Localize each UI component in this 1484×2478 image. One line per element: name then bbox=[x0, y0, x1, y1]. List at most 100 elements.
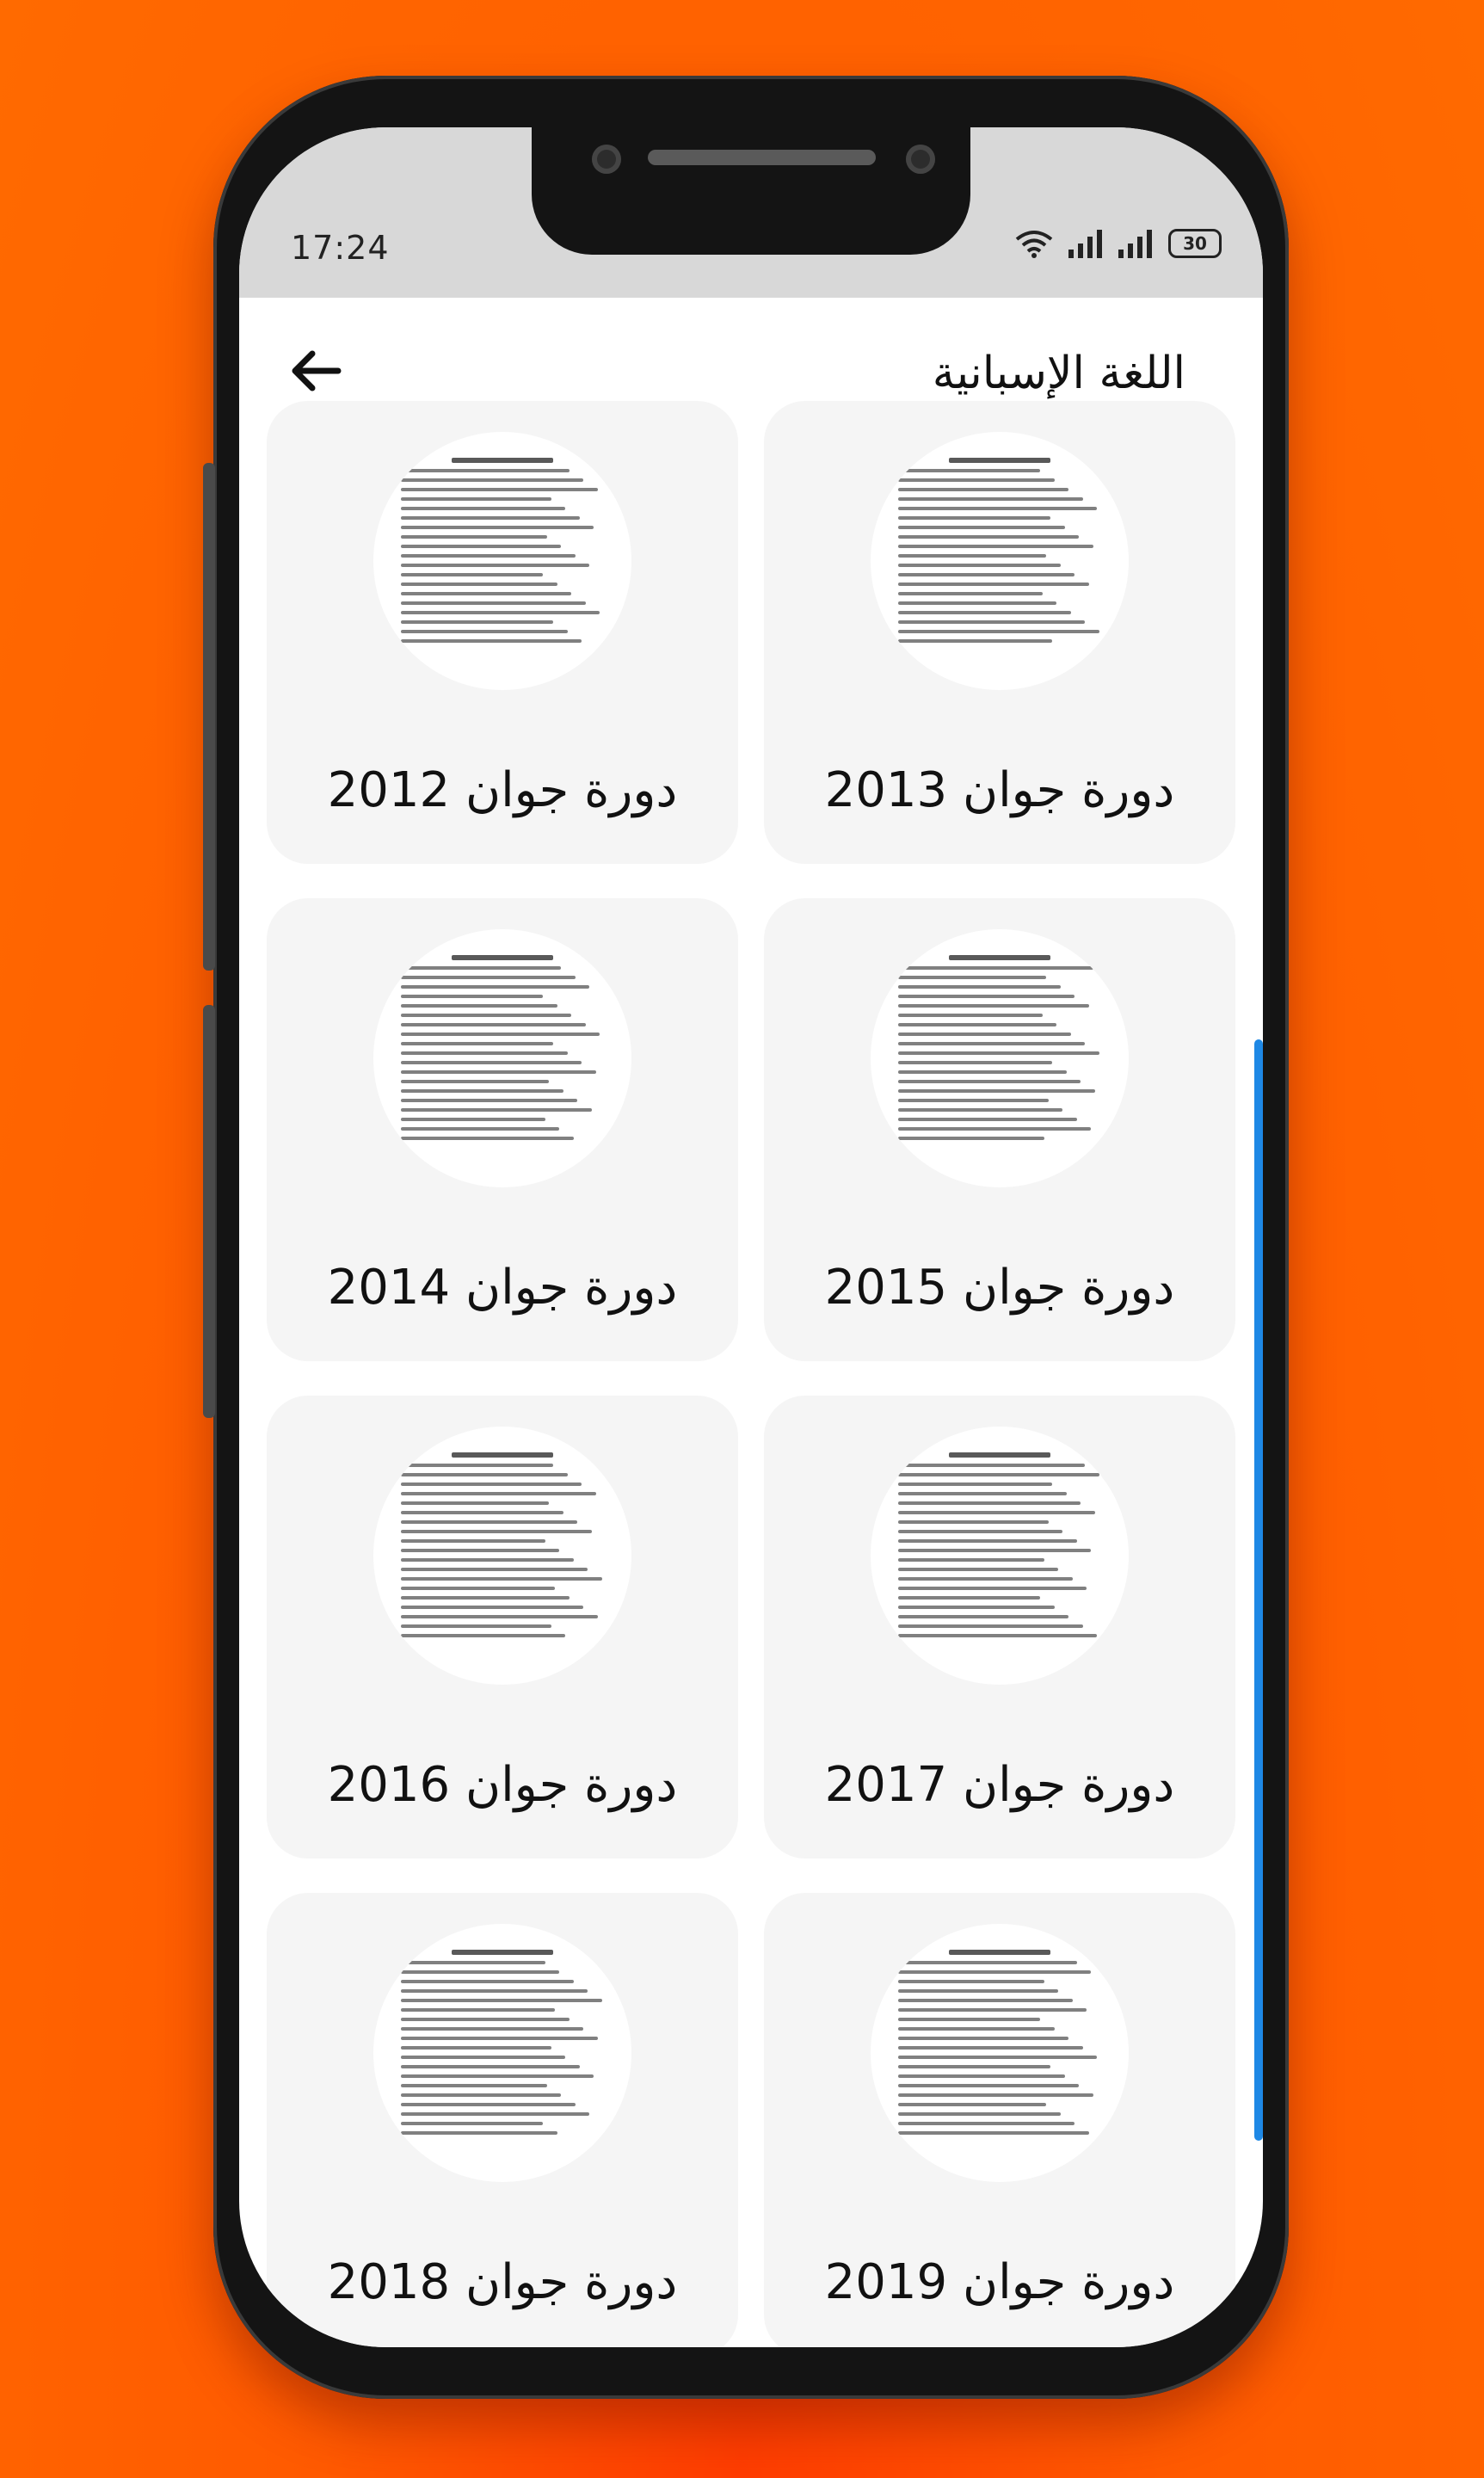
document-text-line bbox=[401, 1089, 563, 1093]
document-text-line bbox=[401, 478, 584, 482]
document-text-line bbox=[898, 1464, 1086, 1467]
document-text-line bbox=[898, 1577, 1073, 1581]
document-heading-line bbox=[452, 1452, 553, 1458]
document-text-line bbox=[401, 1014, 572, 1017]
exam-card[interactable]: دورة جوان 2013 bbox=[764, 401, 1235, 864]
document-text-line bbox=[898, 526, 1065, 529]
document-text-line bbox=[401, 1061, 582, 1064]
document-text-line bbox=[898, 1999, 1073, 2002]
document-text-line bbox=[401, 469, 570, 472]
document-text-line bbox=[401, 488, 598, 491]
document-text-line bbox=[898, 1080, 1081, 1083]
speaker-icon bbox=[648, 150, 876, 165]
document-text-line bbox=[898, 592, 1043, 595]
card-label: دورة جوان 2013 bbox=[824, 762, 1175, 818]
document-text-line bbox=[401, 611, 600, 614]
page-title: اللغة الإسبانية bbox=[932, 348, 1185, 399]
card-label: دورة جوان 2019 bbox=[824, 2254, 1175, 2310]
exam-card[interactable]: دورة جوان 2016 bbox=[267, 1396, 738, 1858]
document-text-line bbox=[401, 601, 586, 605]
document-text-line bbox=[401, 1023, 586, 1026]
document-text-line bbox=[401, 1606, 584, 1609]
document-text-line bbox=[401, 2018, 570, 2021]
document-text-line bbox=[898, 1539, 1077, 1543]
document-text-line bbox=[898, 1137, 1044, 1140]
document-text-line bbox=[401, 1587, 556, 1590]
document-text-line bbox=[401, 1539, 545, 1543]
document-text-line bbox=[898, 2027, 1055, 2031]
exam-card[interactable]: دورة جوان 2019 bbox=[764, 1893, 1235, 2347]
exam-card[interactable]: دورة جوان 2017 bbox=[764, 1396, 1235, 1858]
document-text-line bbox=[401, 497, 551, 501]
document-text-line bbox=[898, 1482, 1053, 1486]
document-text-line bbox=[401, 2037, 598, 2040]
back-button[interactable] bbox=[286, 341, 347, 401]
document-text-line bbox=[898, 564, 1061, 567]
document-text-line bbox=[898, 478, 1055, 482]
document-text-line bbox=[401, 1989, 588, 1993]
document-text-line bbox=[898, 1634, 1098, 1637]
document-text-line bbox=[898, 1108, 1063, 1112]
status-bar: 17:24 30 bbox=[239, 127, 1263, 298]
document-text-line bbox=[401, 1099, 578, 1102]
document-text-line bbox=[898, 535, 1080, 539]
document-text-line bbox=[898, 554, 1047, 558]
camera-icon bbox=[592, 145, 621, 174]
document-text-line bbox=[401, 2084, 547, 2087]
document-text-line bbox=[401, 1473, 568, 1476]
document-text-line bbox=[401, 2008, 556, 2012]
document-text-line bbox=[401, 1501, 550, 1505]
document-text-line bbox=[401, 1004, 557, 1008]
document-thumbnail bbox=[871, 1924, 1129, 2182]
document-text-line bbox=[401, 1482, 582, 1486]
exam-card[interactable]: دورة جوان 2018 bbox=[267, 1893, 738, 2347]
document-text-line bbox=[898, 966, 1093, 970]
document-heading-line bbox=[452, 458, 553, 463]
document-text-line bbox=[401, 507, 566, 510]
document-text-line bbox=[401, 2131, 557, 2135]
document-text-line bbox=[898, 601, 1057, 605]
document-text-line bbox=[401, 995, 544, 998]
document-text-line bbox=[401, 2122, 544, 2125]
card-label: دورة جوان 2016 bbox=[327, 1757, 678, 1813]
wifi-icon bbox=[1015, 231, 1053, 258]
battery-icon: 30 bbox=[1168, 229, 1222, 258]
document-text-line bbox=[401, 1530, 592, 1533]
app-screen: 17:24 30 اللغة الإسبانية دورة جوان 2013 … bbox=[239, 127, 1263, 2347]
document-text-line bbox=[898, 2046, 1083, 2050]
document-text-line bbox=[898, 2065, 1050, 2068]
document-text-line bbox=[401, 630, 568, 633]
document-text-line bbox=[898, 1127, 1092, 1131]
document-text-line bbox=[898, 1530, 1063, 1533]
document-text-line bbox=[898, 611, 1071, 614]
document-text-line bbox=[401, 1615, 598, 1618]
document-text-line bbox=[898, 1032, 1071, 1036]
document-text-line bbox=[401, 573, 544, 576]
exam-card[interactable]: دورة جوان 2015 bbox=[764, 898, 1235, 1361]
app-bar: اللغة الإسبانية bbox=[239, 298, 1263, 418]
document-text-line bbox=[898, 2131, 1089, 2135]
document-thumbnail bbox=[373, 1427, 631, 1685]
document-thumbnail bbox=[373, 432, 631, 690]
document-text-line bbox=[898, 1061, 1053, 1064]
document-text-line bbox=[401, 620, 553, 624]
document-text-line bbox=[401, 1558, 574, 1562]
document-text-line bbox=[401, 639, 582, 643]
document-text-line bbox=[401, 564, 590, 567]
scrollbar[interactable] bbox=[1254, 1039, 1263, 2141]
status-time: 17:24 bbox=[291, 229, 390, 267]
card-label: دورة جوان 2018 bbox=[327, 2254, 678, 2310]
document-text-line bbox=[898, 2056, 1098, 2059]
document-text-line bbox=[898, 516, 1050, 520]
exam-card[interactable]: دورة جوان 2014 bbox=[267, 898, 738, 1361]
document-text-line bbox=[401, 1032, 600, 1036]
exam-card[interactable]: دورة جوان 2012 bbox=[267, 401, 738, 864]
document-text-line bbox=[401, 1624, 551, 1628]
document-text-line bbox=[898, 1615, 1069, 1618]
document-text-line bbox=[401, 976, 576, 979]
document-text-line bbox=[898, 1004, 1089, 1008]
document-text-line bbox=[401, 592, 572, 595]
document-thumbnail bbox=[871, 929, 1129, 1187]
signal-icon bbox=[1068, 230, 1102, 258]
arrow-left-icon bbox=[292, 350, 342, 391]
